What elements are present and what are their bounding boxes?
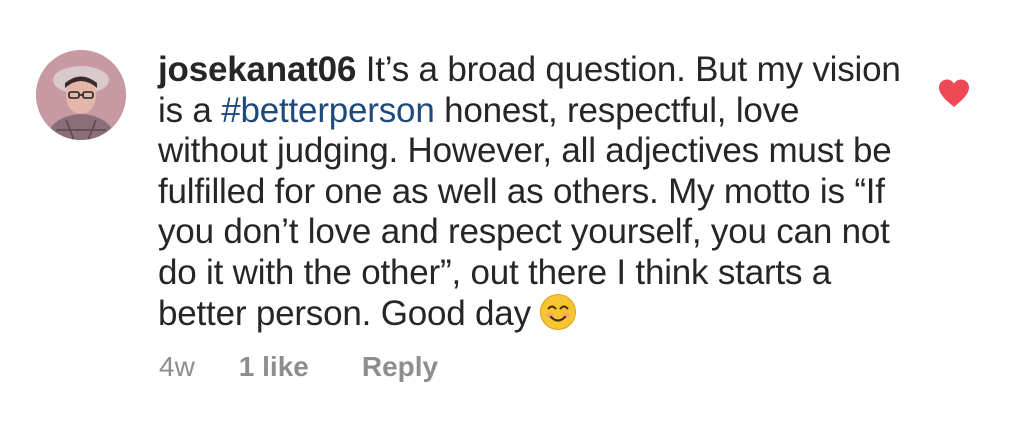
likes-count-button[interactable]: 1 like (239, 351, 309, 383)
hashtag-link[interactable]: #betterperson (221, 91, 435, 130)
comment-meta: 4w 1 like Reply (159, 351, 438, 383)
avatar[interactable] (36, 50, 126, 140)
comment: josekanat06 It’s a broad question. But m… (0, 0, 1024, 436)
comment-body: josekanat06 It’s a broad question. But m… (158, 50, 918, 335)
username-link[interactable]: josekanat06 (158, 50, 356, 89)
smiling-face-icon (539, 293, 577, 331)
heart-icon[interactable] (937, 78, 971, 108)
reply-button[interactable]: Reply (362, 351, 438, 383)
comment-age: 4w (159, 351, 195, 382)
avatar-photo (36, 50, 126, 140)
